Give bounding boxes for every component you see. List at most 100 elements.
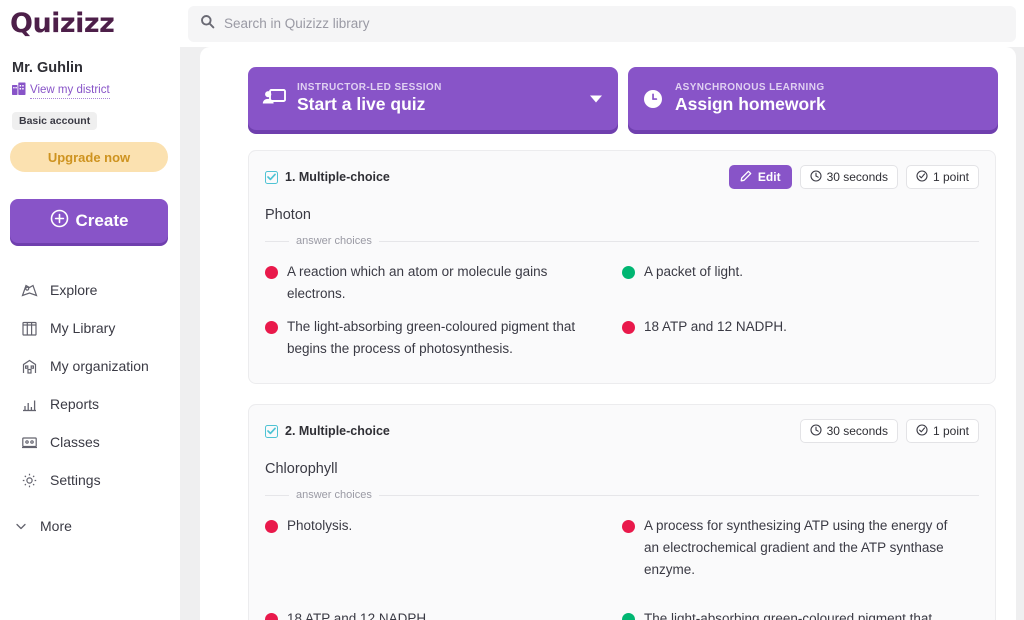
question-time-badge[interactable]: 30 seconds bbox=[799, 419, 898, 444]
question-time-badge[interactable]: 30 seconds bbox=[799, 165, 898, 189]
sidebar-item-classes[interactable]: Classes bbox=[0, 423, 180, 461]
answer-choice[interactable]: A packet of light. bbox=[622, 255, 979, 310]
check-circle-icon bbox=[916, 424, 928, 439]
checkbox-checked-icon[interactable] bbox=[265, 170, 278, 184]
question-tools: Edit 30 seconds 1 point bbox=[728, 165, 979, 189]
live-quiz-title: Start a live quiz bbox=[297, 94, 426, 114]
compass-icon bbox=[20, 281, 38, 299]
answer-status-dot-incorrect bbox=[622, 321, 635, 335]
assign-homework-button[interactable]: ASYNCHRONOUS LEARNING Assign homework bbox=[628, 67, 998, 130]
view-district-row[interactable]: View my district bbox=[12, 82, 180, 100]
checkbox-checked-icon[interactable] bbox=[265, 424, 278, 438]
question-number-label: 1. Multiple-choice bbox=[285, 170, 390, 184]
answer-choice-text: 18 ATP and 12 NADPH. bbox=[287, 611, 430, 620]
content-panel: INSTRUCTOR-LED SESSION Start a live quiz bbox=[200, 47, 1016, 620]
edit-button-label: Edit bbox=[757, 170, 781, 184]
question-number-label: 2. Multiple-choice bbox=[285, 424, 390, 439]
answer-choices-fieldset: answer choices Photolysis. A process for… bbox=[265, 489, 979, 620]
answer-status-dot-correct bbox=[622, 613, 635, 620]
classroom-icon bbox=[20, 433, 38, 451]
answer-choice[interactable]: A reaction which an atom or molecule gai… bbox=[265, 255, 622, 310]
answer-choice[interactable]: 18 ATP and 12 NADPH. bbox=[265, 602, 622, 620]
question-points-label: 1 point bbox=[932, 424, 969, 439]
answer-choice-text: A packet of light. bbox=[644, 264, 744, 279]
sidebar-item-my-library[interactable]: My Library bbox=[0, 309, 180, 347]
answer-status-dot-incorrect bbox=[622, 520, 635, 534]
search-input[interactable] bbox=[224, 16, 1004, 31]
answer-choices-list: A reaction which an atom or molecule gai… bbox=[265, 255, 979, 365]
logo-wrap[interactable]: Quizizz bbox=[0, 0, 180, 46]
sidebar-item-my-organization[interactable]: My organization bbox=[0, 347, 180, 385]
answer-choice[interactable]: The light-absorbing green-coloured pigme… bbox=[265, 310, 622, 365]
presentation-user-icon bbox=[262, 88, 286, 110]
start-live-quiz-text: INSTRUCTOR-LED SESSION Start a live quiz bbox=[297, 82, 442, 115]
answer-choice[interactable]: The light-absorbing green-coloured pigme… bbox=[622, 602, 979, 620]
assign-homework-text: ASYNCHRONOUS LEARNING Assign homework bbox=[675, 82, 826, 115]
answer-choice[interactable]: A process for synthesizing ATP using the… bbox=[622, 509, 979, 602]
topbar bbox=[180, 0, 1024, 47]
sidebar-nav: Explore My Library My organization Repor… bbox=[0, 271, 180, 545]
answer-status-dot-incorrect bbox=[265, 321, 278, 335]
sidebar-item-settings[interactable]: Settings bbox=[0, 461, 180, 499]
sidebar-item-explore[interactable]: Explore bbox=[0, 271, 180, 309]
start-live-quiz-button[interactable]: INSTRUCTOR-LED SESSION Start a live quiz bbox=[248, 67, 618, 130]
sidebar: Quizizz Mr. Guhlin View my district Basi… bbox=[0, 0, 180, 620]
quizizz-logo: Quizizz bbox=[10, 8, 115, 39]
clock-icon bbox=[810, 169, 822, 185]
answer-choice-text: The light-absorbing green-coloured pigme… bbox=[287, 319, 576, 356]
answer-choice-text: A reaction which an atom or molecule gai… bbox=[287, 264, 548, 301]
view-district-link[interactable]: View my district bbox=[30, 83, 110, 99]
account-type-badge: Basic account bbox=[12, 112, 98, 130]
answer-choices-list: Photolysis. A process for synthesizing A… bbox=[265, 509, 979, 620]
answer-status-dot-incorrect bbox=[265, 266, 278, 279]
answer-choice-text: 18 ATP and 12 NADPH. bbox=[644, 319, 787, 335]
question-points-badge[interactable]: 1 point bbox=[905, 419, 979, 444]
school-building-icon bbox=[20, 357, 38, 375]
building-icon bbox=[12, 82, 26, 100]
answer-status-dot-incorrect bbox=[265, 613, 278, 620]
answer-choice-text: A process for synthesizing ATP using the… bbox=[644, 518, 948, 577]
gear-icon bbox=[20, 471, 38, 489]
sidebar-item-label: Reports bbox=[50, 396, 100, 412]
answer-choices-legend: answer choices bbox=[296, 489, 372, 502]
question-points-label: 1 point bbox=[932, 170, 969, 184]
user-name: Mr. Guhlin bbox=[12, 60, 83, 76]
quizizz-app: Quizizz Mr. Guhlin View my district Basi… bbox=[0, 0, 1024, 620]
answer-choice-text: Photolysis. bbox=[287, 518, 353, 534]
sidebar-more-label: More bbox=[40, 518, 72, 534]
answer-choice[interactable]: 18 ATP and 12 NADPH. bbox=[622, 310, 979, 365]
create-button[interactable]: Create bbox=[10, 199, 168, 243]
sidebar-item-label: Classes bbox=[50, 434, 100, 450]
question-points-badge[interactable]: 1 point bbox=[905, 165, 979, 189]
search-box[interactable] bbox=[188, 5, 1016, 42]
question-label-group: 1. Multiple-choice bbox=[265, 170, 390, 184]
question-prompt: Photon bbox=[265, 207, 311, 223]
upgrade-now-button[interactable]: Upgrade now bbox=[10, 142, 168, 172]
search-icon bbox=[200, 14, 215, 34]
pencil-icon bbox=[740, 170, 752, 185]
chevron-down-icon bbox=[12, 517, 30, 535]
question-header: 2. Multiple-choice 30 seconds 1 point bbox=[265, 419, 979, 444]
sidebar-item-label: Explore bbox=[50, 282, 98, 298]
scrollbar-track[interactable] bbox=[1016, 47, 1024, 620]
quiz-action-buttons: INSTRUCTOR-LED SESSION Start a live quiz bbox=[248, 67, 998, 130]
question-header: 1. Multiple-choice Edit 30 seconds 1 poi… bbox=[265, 165, 979, 189]
question-time-label: 30 seconds bbox=[826, 170, 888, 184]
check-circle-icon bbox=[916, 169, 928, 185]
homework-title: Assign homework bbox=[675, 94, 826, 114]
question-time-label: 30 seconds bbox=[826, 424, 888, 439]
plus-circle-icon bbox=[50, 209, 69, 233]
create-button-label: Create bbox=[75, 211, 129, 230]
answer-choices-fieldset: answer choices A reaction which an atom … bbox=[265, 235, 979, 365]
sidebar-item-reports[interactable]: Reports bbox=[0, 385, 180, 423]
sidebar-item-label: My organization bbox=[50, 358, 149, 374]
answer-choice-text: The light-absorbing green-coloured pigme… bbox=[644, 611, 933, 620]
chevron-down-icon[interactable] bbox=[590, 95, 602, 102]
edit-button[interactable]: Edit bbox=[728, 165, 792, 189]
answer-choice[interactable]: Photolysis. bbox=[265, 509, 622, 602]
sidebar-item-more[interactable]: More bbox=[0, 507, 180, 545]
clock-icon bbox=[810, 424, 822, 439]
books-icon bbox=[20, 319, 38, 337]
question-prompt: Chlorophyll bbox=[265, 461, 338, 478]
answer-choices-legend: answer choices bbox=[296, 235, 372, 247]
